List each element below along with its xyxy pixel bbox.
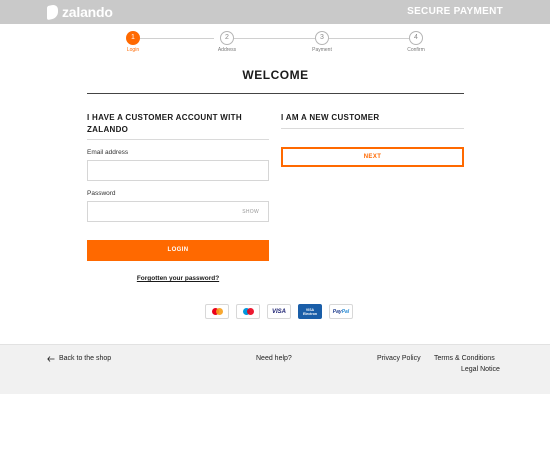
- back-to-shop-label: Back to the shop: [59, 355, 112, 362]
- visa-electron-line2: Electron: [302, 311, 317, 316]
- page-title: WELCOME: [242, 68, 309, 82]
- section-divider: [281, 128, 464, 129]
- paypal-icon: PayPal: [329, 304, 353, 319]
- existing-customer-heading: I HAVE A CUSTOMER ACCOUNT WITH ZALANDO: [87, 113, 242, 134]
- legal-notice-link[interactable]: Legal Notice: [461, 366, 500, 373]
- next-button[interactable]: NEXT: [281, 147, 464, 167]
- terms-link[interactable]: Terms & Conditions: [434, 355, 495, 362]
- title-divider: [87, 93, 464, 94]
- password-field[interactable]: SHOW: [87, 201, 269, 223]
- step-label: Payment: [312, 47, 332, 53]
- top-bar: zalando SECURE PAYMENT: [0, 0, 550, 24]
- step-number: 3: [315, 31, 329, 45]
- step-address: 2 Address: [207, 31, 247, 53]
- mastercard-icon: [205, 304, 229, 319]
- step-label: Login: [126, 47, 140, 53]
- visa-electron-icon: VISA Electron: [298, 304, 322, 319]
- zalando-logo[interactable]: zalando: [47, 3, 113, 21]
- zalando-logo-icon: [47, 3, 58, 21]
- footer: Back to the shop Need help? Privacy Poli…: [0, 344, 550, 394]
- forgot-password-link[interactable]: Forgotten your password?: [87, 275, 269, 282]
- email-input[interactable]: [88, 163, 268, 182]
- step-label: Address: [217, 47, 237, 53]
- password-label: Password: [87, 190, 116, 197]
- step-login: 1 Login: [113, 31, 153, 53]
- email-field[interactable]: [87, 160, 269, 182]
- section-divider: [87, 139, 269, 140]
- show-password-toggle[interactable]: SHOW: [242, 209, 259, 215]
- step-number: 1: [126, 31, 140, 45]
- step-payment: 3 Payment: [302, 31, 342, 53]
- secure-payment-label: SECURE PAYMENT: [407, 6, 503, 17]
- checkout-stepper: 1 Login 2 Address 3 Payment 4 Confirm: [0, 31, 550, 55]
- step-confirm: 4 Confirm: [396, 31, 436, 53]
- password-input[interactable]: [88, 204, 268, 223]
- step-number: 2: [220, 31, 234, 45]
- back-to-shop-link[interactable]: Back to the shop: [47, 355, 111, 362]
- brand-name: zalando: [62, 4, 113, 20]
- login-button[interactable]: LOGIN: [87, 240, 269, 261]
- paypal-text-a: Pay: [332, 308, 342, 315]
- arrow-left-icon: [47, 355, 55, 362]
- maestro-icon: [236, 304, 260, 319]
- need-help-link[interactable]: Need help?: [256, 355, 292, 362]
- privacy-policy-link[interactable]: Privacy Policy: [377, 355, 421, 362]
- visa-text: VISA: [271, 308, 286, 315]
- visa-icon: VISA: [267, 304, 291, 319]
- step-label: Confirm: [407, 47, 425, 53]
- paypal-text-b: Pal: [341, 308, 350, 315]
- new-customer-heading: I AM A NEW CUSTOMER: [281, 113, 380, 122]
- payment-methods: VISA VISA Electron PayPal: [205, 304, 353, 319]
- email-label: Email address: [87, 149, 129, 156]
- step-number: 4: [409, 31, 423, 45]
